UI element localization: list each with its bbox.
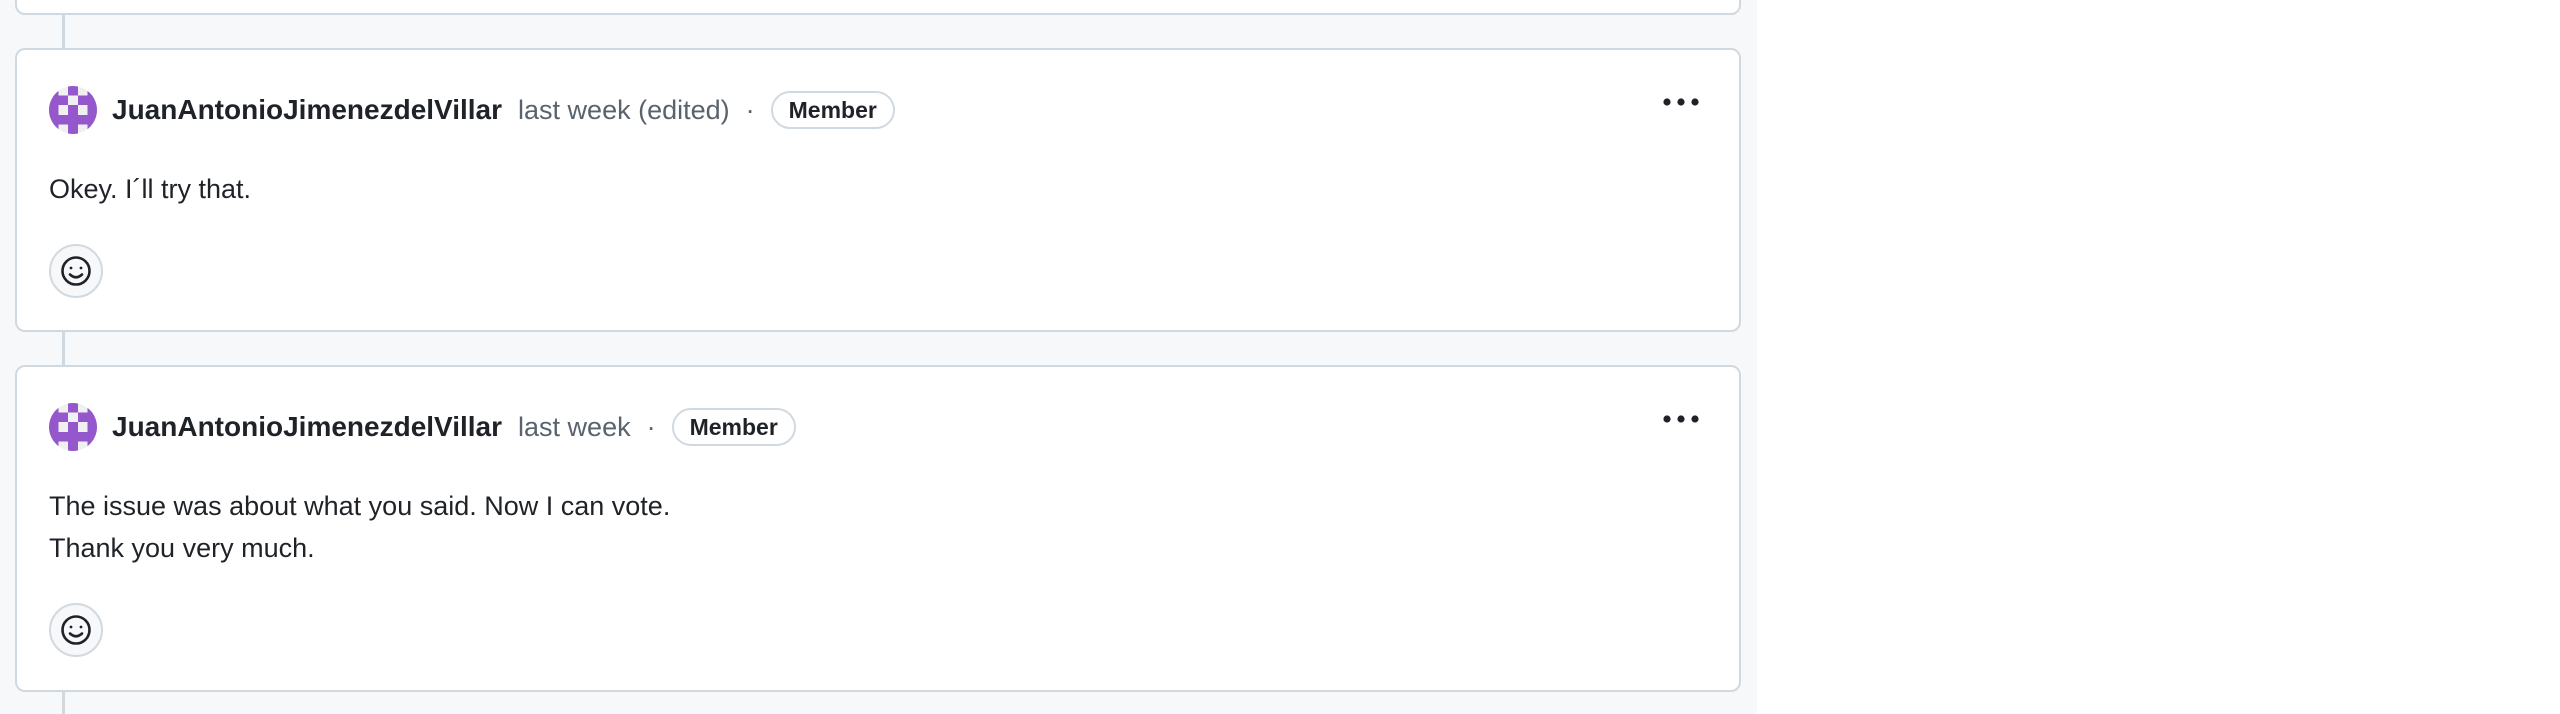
comment-card: JuanAntonioJimenezdelVillar last week · … [15,365,1741,692]
comment-author-link[interactable]: JuanAntonioJimenezdelVillar [112,94,502,126]
kebab-horizontal-icon [1663,415,1699,423]
comment-header: JuanAntonioJimenezdelVillar last week · … [49,403,796,451]
smiley-icon [61,256,91,286]
kebab-horizontal-icon [1663,98,1699,106]
comment-paragraph: The issue was about what you said. Now I… [49,491,671,521]
comment-body: Okey. I´ll try that. [49,168,251,210]
smiley-icon [61,615,91,645]
role-badge: Member [671,408,796,446]
comment-timestamp-link[interactable]: last week (edited) [518,95,730,126]
header-separator: · [745,94,755,125]
comment-timestamp-link[interactable]: last week [518,412,631,443]
comment-header: JuanAntonioJimenezdelVillar last week (e… [49,86,895,134]
timeline-column: JuanAntonioJimenezdelVillar last week (e… [0,0,1757,714]
avatar[interactable] [49,86,97,134]
comment-author-link[interactable]: JuanAntonioJimenezdelVillar [112,411,502,443]
role-badge: Member [770,91,895,129]
header-separator: · [646,411,656,442]
comment-body: The issue was about what you said. Now I… [49,485,670,569]
comment-paragraph: Thank you very much. [49,533,315,563]
comment-options-button[interactable] [1657,86,1705,118]
add-reaction-button[interactable] [49,244,103,298]
previous-comment-card [15,0,1741,15]
comment-card: JuanAntonioJimenezdelVillar last week (e… [15,48,1741,332]
comment-paragraph: Okey. I´ll try that. [49,174,252,204]
timeline-connector [62,330,65,367]
comment-options-button[interactable] [1657,403,1705,435]
add-reaction-button[interactable] [49,603,103,657]
timeline-connector [62,690,65,714]
avatar[interactable] [49,403,97,451]
